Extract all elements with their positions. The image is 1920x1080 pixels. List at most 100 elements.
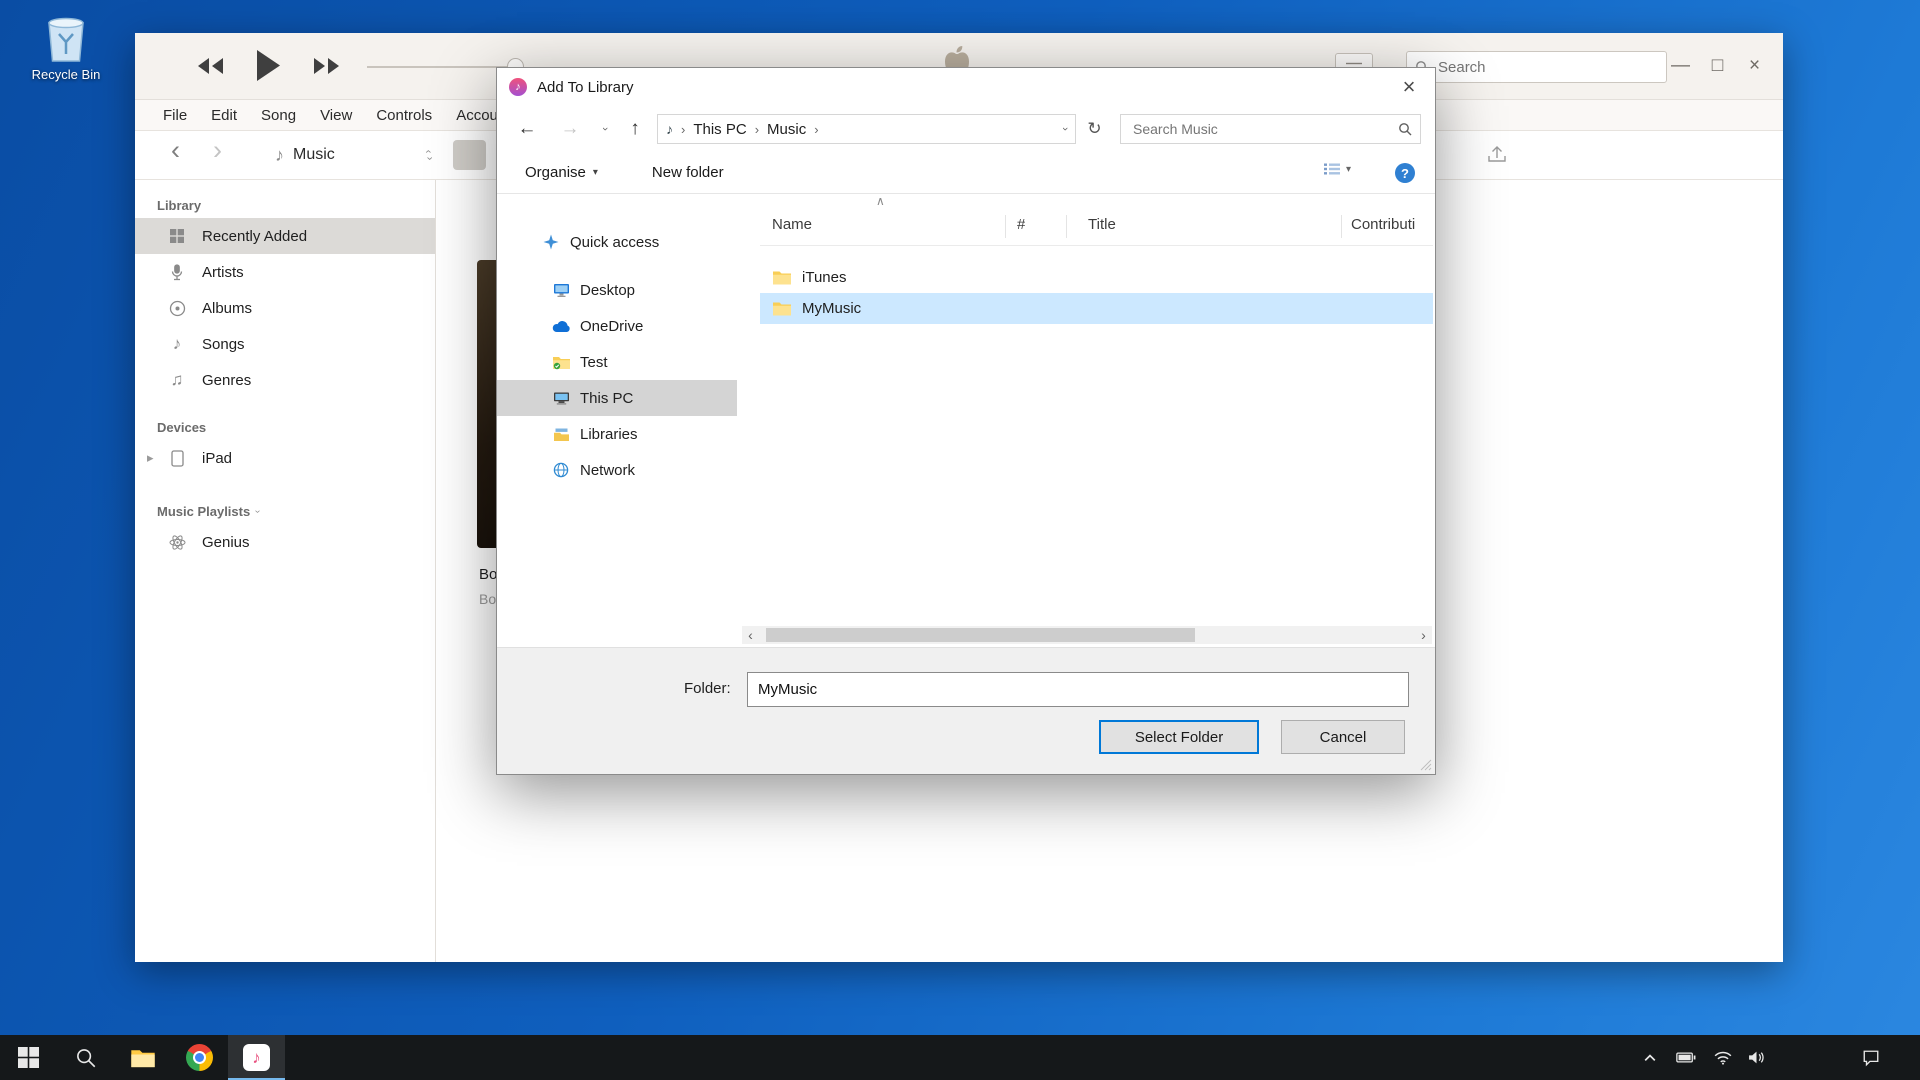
- column-title[interactable]: Title: [1088, 216, 1116, 233]
- scrollbar-thumb[interactable]: [766, 628, 1195, 642]
- file-row-itunes[interactable]: iTunes: [760, 262, 1433, 293]
- scroll-right-icon[interactable]: ›: [1415, 626, 1432, 644]
- resize-grip[interactable]: [1420, 759, 1432, 771]
- taskbar-chrome-button[interactable]: [171, 1035, 228, 1080]
- action-center-button[interactable]: [1858, 1035, 1884, 1080]
- breadcrumb-music[interactable]: Music: [767, 121, 806, 138]
- folder-name-input[interactable]: [747, 672, 1409, 707]
- breadcrumb-this-pc[interactable]: This PC: [693, 121, 746, 138]
- column-divider[interactable]: [1341, 215, 1342, 238]
- itunes-search-input[interactable]: [1436, 58, 1658, 77]
- sidebar-item-songs[interactable]: ♪ Songs: [135, 326, 435, 362]
- minimize-icon[interactable]: —: [1662, 55, 1699, 77]
- nav-back-icon[interactable]: ‹: [171, 135, 180, 166]
- new-folder-button[interactable]: New folder: [652, 164, 724, 181]
- dialog-search-box[interactable]: [1120, 114, 1421, 144]
- expand-caret-icon[interactable]: ▸: [147, 450, 154, 466]
- sidebar-item-albums[interactable]: Albums: [135, 290, 435, 326]
- volume-track[interactable]: [367, 66, 515, 68]
- sidebar-item-genres[interactable]: ♫ Genres: [135, 362, 435, 398]
- maximize-icon[interactable]: □: [1699, 55, 1736, 77]
- beamed-notes-icon: ♫: [165, 370, 189, 390]
- file-row-mymusic[interactable]: MyMusic: [760, 293, 1433, 324]
- column-divider[interactable]: [1005, 215, 1006, 238]
- close-icon[interactable]: ×: [1383, 68, 1435, 106]
- places-navigation-pane: Quick access Desktop OneDrive: [497, 194, 737, 644]
- navpane-item-quick-access[interactable]: Quick access: [497, 224, 737, 260]
- start-button[interactable]: [0, 1035, 57, 1080]
- help-button[interactable]: ?: [1395, 163, 1415, 183]
- recycle-bin[interactable]: Recycle Bin: [26, 12, 106, 82]
- network-tray-icon[interactable]: [1710, 1035, 1736, 1080]
- address-bar[interactable]: ♪ › This PC › Music › ›: [657, 114, 1076, 144]
- dialog-body: Quick access Desktop OneDrive: [497, 194, 1435, 644]
- menu-file[interactable]: File: [151, 107, 199, 124]
- itunes-search-box[interactable]: [1406, 51, 1667, 83]
- scroll-left-icon[interactable]: ‹: [742, 626, 759, 644]
- album-artist[interactable]: Bo: [479, 591, 496, 607]
- media-selector-label: Music: [293, 146, 335, 164]
- sidebar-item-artists[interactable]: Artists: [135, 254, 435, 290]
- battery-icon: [1676, 1052, 1696, 1063]
- navpane-item-test[interactable]: Test: [497, 344, 737, 380]
- itunes-window-controls: — □ ×: [1662, 33, 1773, 99]
- navpane-item-desktop[interactable]: Desktop: [497, 272, 737, 308]
- menu-edit[interactable]: Edit: [199, 107, 249, 124]
- volume-tray-icon[interactable]: [1743, 1035, 1769, 1080]
- chrome-icon: [186, 1044, 213, 1071]
- select-folder-button[interactable]: Select Folder: [1099, 720, 1259, 754]
- play-button[interactable]: [256, 50, 281, 81]
- media-selector[interactable]: ♪ Music › ›: [275, 139, 430, 171]
- navpane-item-libraries[interactable]: Libraries: [497, 416, 737, 452]
- show-hidden-icons-button[interactable]: [1637, 1035, 1663, 1080]
- sidebar-item-recently-added[interactable]: Recently Added: [135, 218, 435, 254]
- navpane-item-this-pc[interactable]: This PC: [497, 380, 737, 416]
- breadcrumb-separator-icon: ›: [755, 122, 759, 137]
- sidebar-item-genius[interactable]: Genius: [135, 524, 435, 560]
- devices-header: Devices: [135, 414, 435, 440]
- forward-button[interactable]: [313, 58, 340, 74]
- navpane-item-network[interactable]: Network: [497, 452, 737, 488]
- chevron-up-icon: [1644, 1054, 1656, 1062]
- refresh-icon[interactable]: ↻: [1079, 114, 1110, 144]
- dialog-navigation-row: ← → › ↑ ♪ › This PC › Music › › ↻: [497, 106, 1435, 152]
- taskbar-file-explorer-button[interactable]: [114, 1035, 171, 1080]
- column-contributing-artists[interactable]: Contributi: [1351, 216, 1433, 233]
- itunes-sidebar: Library Recently Added Artists: [135, 180, 436, 962]
- dialog-search-input[interactable]: [1131, 120, 1398, 138]
- menu-controls[interactable]: Controls: [364, 107, 444, 124]
- microphone-icon: [165, 262, 189, 282]
- cancel-button[interactable]: Cancel: [1281, 720, 1405, 754]
- dialog-titlebar[interactable]: ♪ Add To Library ×: [497, 68, 1435, 106]
- nav-forward-icon[interactable]: ›: [213, 135, 222, 166]
- desktop-monitor-icon: [551, 281, 571, 299]
- close-icon[interactable]: ×: [1736, 55, 1773, 77]
- file-list-header: Name # Title Contributi: [760, 208, 1433, 246]
- column-divider[interactable]: [1066, 215, 1067, 238]
- change-view-button[interactable]: ▾: [1323, 162, 1351, 176]
- battery-tray-icon[interactable]: [1673, 1035, 1699, 1080]
- organise-button[interactable]: Organise ▾: [525, 164, 598, 181]
- desktop: Recycle Bin: [0, 0, 1920, 1080]
- sort-ascending-icon[interactable]: ∧: [876, 194, 885, 208]
- recycle-bin-icon: [43, 12, 89, 64]
- taskbar-itunes-button[interactable]: ♪: [228, 1035, 285, 1080]
- rewind-button[interactable]: [197, 58, 224, 74]
- navpane-item-onedrive[interactable]: OneDrive: [497, 308, 737, 344]
- horizontal-scrollbar[interactable]: ‹ ›: [742, 626, 1432, 644]
- up-arrow-icon[interactable]: ↑: [621, 106, 649, 152]
- taskbar-search-button[interactable]: [57, 1035, 114, 1080]
- column-number[interactable]: #: [1017, 216, 1025, 233]
- album-thumbnail-placeholder[interactable]: [453, 140, 486, 170]
- sidebar-item-ipad[interactable]: ▸ iPad: [135, 440, 435, 476]
- album-title[interactable]: Bo: [479, 566, 497, 583]
- menu-song[interactable]: Song: [249, 107, 308, 124]
- column-name[interactable]: Name: [772, 216, 812, 233]
- menu-view[interactable]: View: [308, 107, 364, 124]
- music-playlists-header[interactable]: Music Playlists ›: [135, 498, 435, 524]
- forward-arrow-icon[interactable]: →: [556, 106, 584, 152]
- upload-icon[interactable]: [1487, 145, 1507, 163]
- recently-added-icon: [165, 226, 189, 246]
- address-dropdown-icon[interactable]: ›: [1059, 127, 1071, 131]
- back-arrow-icon[interactable]: ←: [513, 106, 541, 152]
